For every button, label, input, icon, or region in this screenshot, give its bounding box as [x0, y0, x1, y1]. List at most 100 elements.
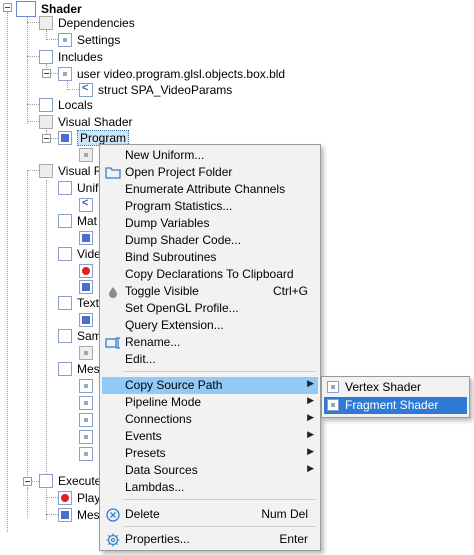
- menu-item-label: Dump Variables: [125, 216, 210, 230]
- tree-item-execute[interactable]: Execute: [39, 472, 101, 490]
- menu-item-toggle-visible[interactable]: Toggle Visible Ctrl+G: [102, 283, 318, 300]
- menu-item-copy-source-path[interactable]: Copy Source Path ▶: [102, 377, 318, 394]
- tree-item-mes-child-1[interactable]: [79, 377, 98, 395]
- menu-item-edit[interactable]: Edit...: [102, 351, 318, 368]
- menu-item-label: Set OpenGL Profile...: [125, 301, 239, 315]
- menu-separator: [123, 499, 316, 500]
- submenu-arrow-icon: ▶: [307, 446, 314, 456]
- rename-icon: [104, 334, 122, 351]
- menu-separator: [123, 371, 316, 372]
- menu-item-shortcut: Ctrl+G: [272, 284, 308, 298]
- folder-icon: [58, 296, 72, 310]
- collapse-include-toggle[interactable]: [42, 69, 51, 78]
- tree-item-unif[interactable]: Unif: [58, 179, 98, 197]
- submenu-item-fragment-shader[interactable]: Fragment Shader: [324, 397, 467, 414]
- menu-item-delete[interactable]: Delete Num Del: [102, 506, 318, 523]
- menu-item-label: Pipeline Mode: [125, 395, 202, 409]
- context-menu: New Uniform... Open Project Folder Enume…: [99, 144, 321, 551]
- file-icon: [79, 148, 93, 162]
- menu-item-rename[interactable]: Rename...: [102, 334, 318, 351]
- struct-icon: [79, 82, 93, 97]
- folder-icon: [58, 214, 72, 228]
- folder-icon: [39, 50, 53, 64]
- menu-item-label: Bind Subroutines: [125, 250, 217, 264]
- menu-item-lambdas[interactable]: Lambdas...: [102, 479, 318, 496]
- menu-item-label: Delete: [125, 507, 160, 521]
- sampler-icon: [79, 346, 93, 360]
- tree-item-text[interactable]: Text: [58, 294, 99, 312]
- tree-label: Execute: [58, 474, 102, 488]
- tree-item-vide[interactable]: Vide: [58, 245, 101, 263]
- collapse-program-toggle[interactable]: [42, 134, 51, 143]
- collapse-root-toggle[interactable]: [3, 3, 12, 12]
- submenu-arrow-icon: ▶: [307, 378, 314, 388]
- folder-icon: [39, 98, 53, 112]
- visual-shader-icon: [39, 115, 53, 129]
- menu-item-label: Presets: [125, 446, 166, 460]
- menu-item-events[interactable]: Events ▶: [102, 428, 318, 445]
- tree-item-mes2[interactable]: Mes: [58, 506, 100, 524]
- file-icon: [327, 399, 339, 411]
- menu-item-open-project-folder[interactable]: Open Project Folder: [102, 164, 318, 181]
- program-icon: [58, 131, 72, 145]
- tree-item-locals[interactable]: Locals: [39, 96, 93, 114]
- folder-icon: [58, 247, 72, 261]
- tree-item-mes-child-4[interactable]: [79, 428, 98, 446]
- file-icon: [79, 413, 93, 427]
- play-icon: [58, 491, 72, 505]
- tree-item-mes-child-5[interactable]: [79, 445, 98, 463]
- tree-item-sam[interactable]: Sam: [58, 327, 102, 345]
- menu-item-presets[interactable]: Presets ▶: [102, 445, 318, 462]
- menu-item-label: Copy Declarations To Clipboard: [125, 267, 294, 281]
- menu-item-new-uniform[interactable]: New Uniform...: [102, 147, 318, 164]
- tree-label: struct SPA_VideoParams: [98, 83, 233, 97]
- record-icon: [79, 264, 93, 278]
- tree-label: Play: [77, 491, 101, 505]
- texture-icon: [79, 280, 93, 294]
- submenu-arrow-icon: ▶: [307, 463, 314, 473]
- matrix-icon: [79, 231, 93, 245]
- menu-item-program-statistics[interactable]: Program Statistics...: [102, 198, 318, 215]
- file-icon: [327, 381, 339, 393]
- tree-label: Vide: [77, 247, 101, 261]
- tree-item-dependencies[interactable]: Dependencies: [39, 14, 135, 32]
- menu-item-label: New Uniform...: [125, 148, 205, 162]
- tree-item-mes[interactable]: Mes: [58, 360, 100, 378]
- menu-item-copy-declarations[interactable]: Copy Declarations To Clipboard: [102, 266, 318, 283]
- menu-item-label: Data Sources: [125, 463, 198, 477]
- menu-item-label: Lambdas...: [125, 480, 185, 494]
- tree-item-mat[interactable]: Mat: [58, 212, 97, 230]
- menu-item-dump-variables[interactable]: Dump Variables: [102, 215, 318, 232]
- tree-item-settings[interactable]: Settings: [58, 31, 120, 49]
- menu-item-pipeline-mode[interactable]: Pipeline Mode ▶: [102, 394, 318, 411]
- file-icon: [79, 396, 93, 410]
- tree-label: Includes: [58, 50, 103, 64]
- tree-item-mes-child-3[interactable]: [79, 411, 98, 429]
- menu-item-label: Open Project Folder: [125, 165, 233, 179]
- menu-separator: [123, 526, 316, 527]
- menu-item-label: Connections: [125, 412, 192, 426]
- menu-item-bind-subroutines[interactable]: Bind Subroutines: [102, 249, 318, 266]
- file-icon: [79, 447, 93, 461]
- menu-item-set-opengl-profile[interactable]: Set OpenGL Profile...: [102, 300, 318, 317]
- menu-item-connections[interactable]: Connections ▶: [102, 411, 318, 428]
- submenu-item-vertex-shader[interactable]: Vertex Shader: [324, 379, 467, 396]
- mesh-icon: [58, 508, 72, 522]
- menu-item-query-extension[interactable]: Query Extension...: [102, 317, 318, 334]
- tree-item-struct[interactable]: struct SPA_VideoParams: [79, 81, 232, 99]
- tree-label: Mes: [77, 508, 100, 522]
- menu-item-data-sources[interactable]: Data Sources ▶: [102, 462, 318, 479]
- menu-item-dump-shader-code[interactable]: Dump Shader Code...: [102, 232, 318, 249]
- tree-item-mes-child-2[interactable]: [79, 394, 98, 412]
- submenu-arrow-icon: ▶: [307, 395, 314, 405]
- tree-item-includes[interactable]: Includes: [39, 48, 103, 66]
- tree-item-play[interactable]: Play: [58, 489, 100, 507]
- shader-icon: [16, 1, 36, 17]
- menu-item-enumerate-attribute-channels[interactable]: Enumerate Attribute Channels: [102, 181, 318, 198]
- menu-item-properties[interactable]: Properties... Enter: [102, 531, 318, 548]
- submenu-item-label: Fragment Shader: [345, 398, 439, 412]
- file-icon: [79, 379, 93, 393]
- folder-icon: [104, 164, 122, 181]
- collapse-execute-toggle[interactable]: [23, 477, 32, 486]
- file-icon: [58, 67, 72, 81]
